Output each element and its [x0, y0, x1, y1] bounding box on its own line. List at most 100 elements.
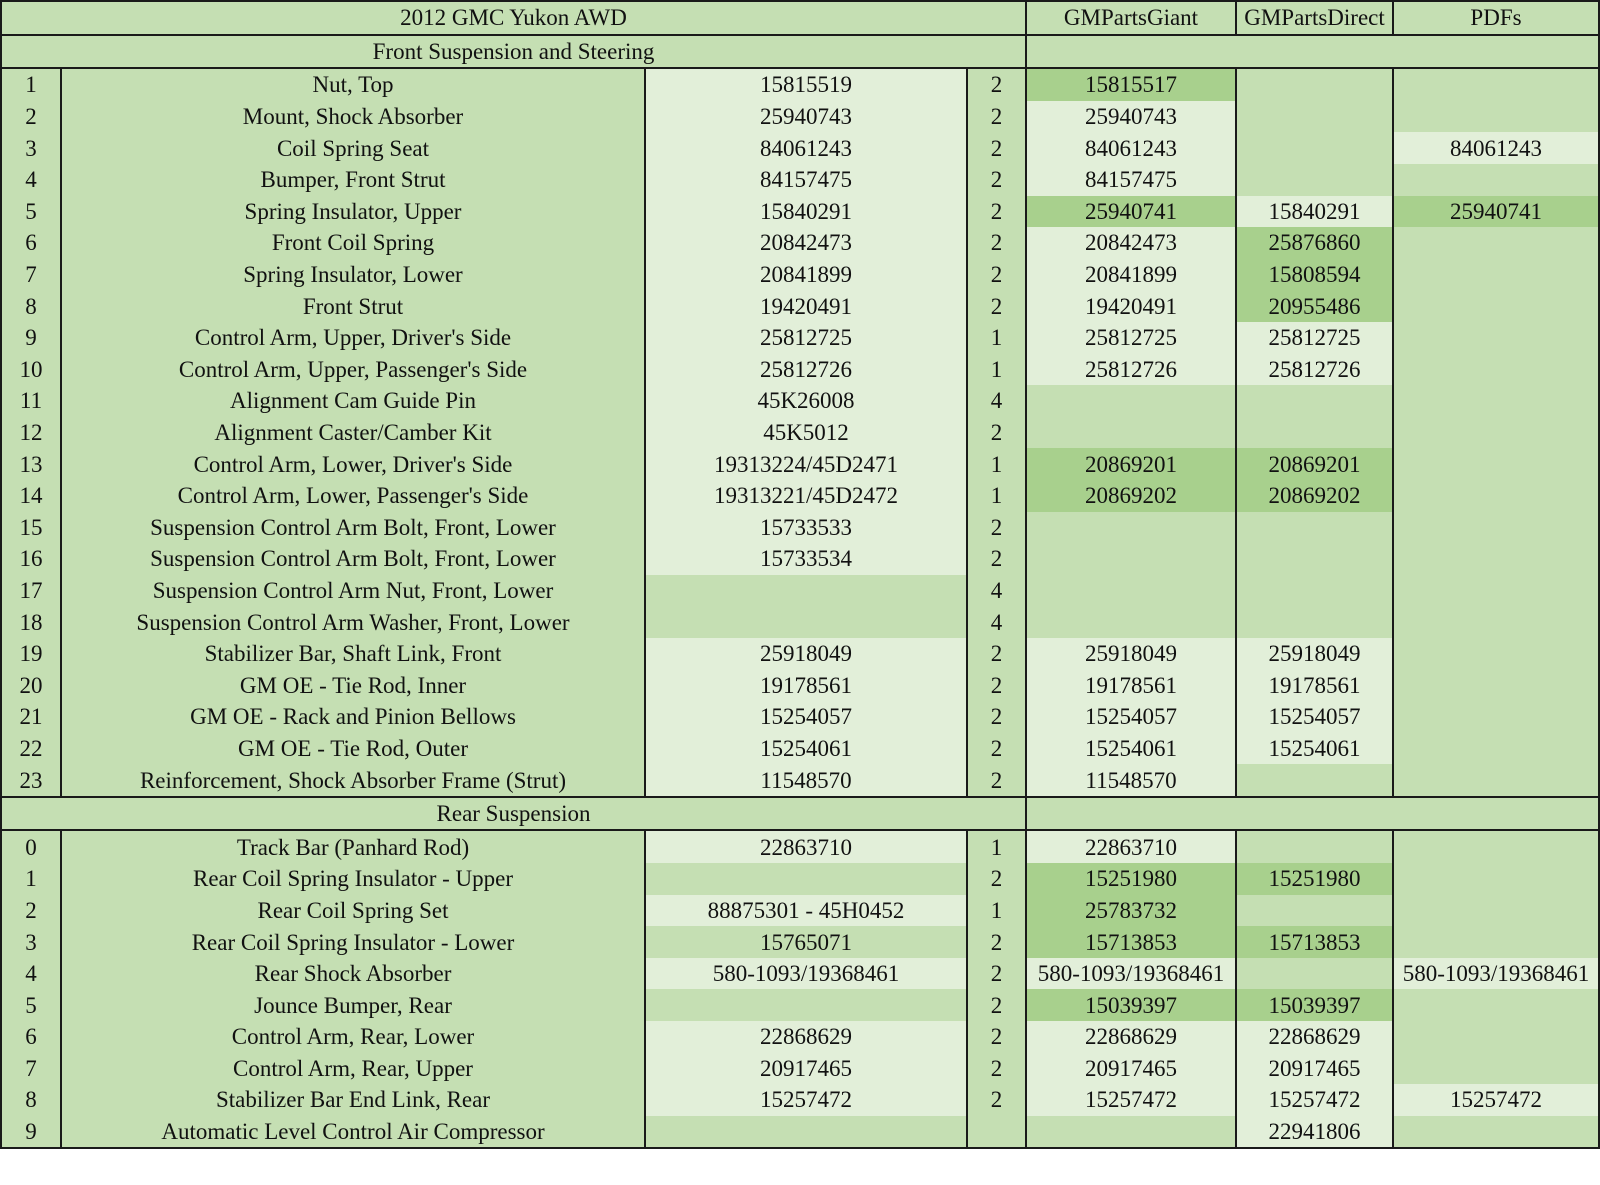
pdfs-cell[interactable]: [1393, 574, 1600, 607]
item-number-cell[interactable]: 2: [0, 100, 62, 133]
gmpartsgiant-cell[interactable]: 25812725: [1026, 321, 1236, 354]
gmpartsgiant-cell[interactable]: 25940741: [1026, 195, 1236, 228]
item-number-cell[interactable]: 7: [0, 1052, 62, 1085]
part-number-cell[interactable]: 45K26008: [645, 385, 968, 417]
part-name-cell[interactable]: Track Bar (Panhard Rod): [61, 830, 646, 864]
gmpartsdirect-cell[interactable]: 15251980: [1235, 863, 1394, 895]
item-number-cell[interactable]: 5: [0, 195, 62, 228]
part-name-cell[interactable]: Stabilizer Bar End Link, Rear: [61, 1084, 646, 1116]
item-number-cell[interactable]: 0: [0, 830, 62, 864]
gmpartsgiant-cell[interactable]: 19178561: [1026, 669, 1236, 702]
part-name-cell[interactable]: Control Arm, Upper, Passenger's Side: [61, 353, 646, 386]
pdfs-cell[interactable]: [1393, 543, 1600, 575]
gmpartsdirect-cell[interactable]: [1235, 894, 1394, 927]
pdfs-cell[interactable]: [1393, 1115, 1600, 1150]
gmpartsdirect-cell[interactable]: [1235, 574, 1394, 607]
gmpartsgiant-cell[interactable]: 15251980: [1026, 863, 1236, 895]
part-name-cell[interactable]: Front Coil Spring: [61, 227, 646, 259]
quantity-cell[interactable]: 1: [967, 479, 1027, 512]
item-number-cell[interactable]: 2: [0, 894, 62, 927]
item-number-cell[interactable]: 22: [0, 732, 62, 765]
pdfs-cell[interactable]: [1393, 1021, 1600, 1053]
gmpartsgiant-cell[interactable]: 25812726: [1026, 353, 1236, 386]
part-name-cell[interactable]: Suspension Control Arm Nut, Front, Lower: [61, 574, 646, 607]
gmpartsgiant-cell[interactable]: 20869202: [1026, 479, 1236, 512]
part-name-cell[interactable]: Alignment Cam Guide Pin: [61, 385, 646, 417]
part-number-cell[interactable]: 11548570: [645, 764, 968, 798]
gmpartsgiant-cell[interactable]: 15713853: [1026, 926, 1236, 958]
pdfs-cell[interactable]: [1393, 830, 1600, 864]
pdfs-cell[interactable]: [1393, 1052, 1600, 1085]
section-title-blank[interactable]: [1026, 796, 1600, 832]
part-number-cell[interactable]: [645, 1115, 968, 1150]
pdfs-cell[interactable]: 15257472: [1393, 1084, 1600, 1116]
pdfs-cell[interactable]: [1393, 416, 1600, 449]
gmpartsdirect-cell[interactable]: [1235, 163, 1394, 196]
gmpartsgiant-cell[interactable]: 25918049: [1026, 637, 1236, 670]
part-name-cell[interactable]: Suspension Control Arm Bolt, Front, Lowe…: [61, 543, 646, 575]
part-name-cell[interactable]: Control Arm, Rear, Lower: [61, 1021, 646, 1053]
quantity-cell[interactable]: 2: [967, 863, 1027, 895]
gmpartsgiant-cell[interactable]: [1026, 1115, 1236, 1150]
section-title[interactable]: Front Suspension and Steering: [0, 34, 1027, 70]
gmpartsgiant-cell[interactable]: 15039397: [1026, 989, 1236, 1021]
part-name-cell[interactable]: Rear Coil Spring Insulator - Upper: [61, 863, 646, 895]
part-name-cell[interactable]: Rear Coil Spring Insulator - Lower: [61, 926, 646, 958]
gmpartsgiant-cell[interactable]: 84157475: [1026, 163, 1236, 196]
col-header-gmpartsgiant[interactable]: GMPartsGiant: [1026, 0, 1237, 36]
part-name-cell[interactable]: Spring Insulator, Lower: [61, 258, 646, 291]
part-number-cell[interactable]: 20917465: [645, 1052, 968, 1085]
part-name-cell[interactable]: Nut, Top: [61, 68, 646, 101]
gmpartsgiant-cell[interactable]: 15254061: [1026, 732, 1236, 765]
gmpartsgiant-cell[interactable]: 15815517: [1026, 68, 1236, 101]
gmpartsdirect-cell[interactable]: [1235, 385, 1394, 417]
quantity-cell[interactable]: 2: [967, 290, 1027, 322]
part-name-cell[interactable]: Bumper, Front Strut: [61, 163, 646, 196]
pdfs-cell[interactable]: [1393, 989, 1600, 1021]
part-number-cell[interactable]: 15733533: [645, 511, 968, 544]
part-number-cell[interactable]: 580-1093/19368461: [645, 957, 968, 990]
pdfs-cell[interactable]: [1393, 863, 1600, 895]
quantity-cell[interactable]: 1: [967, 894, 1027, 927]
part-number-cell[interactable]: 25940743: [645, 100, 968, 133]
part-number-cell[interactable]: 84157475: [645, 163, 968, 196]
quantity-cell[interactable]: 1: [967, 321, 1027, 354]
quantity-cell[interactable]: 2: [967, 1052, 1027, 1085]
item-number-cell[interactable]: 15: [0, 511, 62, 544]
gmpartsdirect-cell[interactable]: 25812726: [1235, 353, 1394, 386]
gmpartsgiant-cell[interactable]: [1026, 543, 1236, 575]
col-header-pdfs[interactable]: PDFs: [1393, 0, 1600, 36]
gmpartsdirect-cell[interactable]: 20869202: [1235, 479, 1394, 512]
gmpartsdirect-cell[interactable]: 22941806: [1235, 1115, 1394, 1150]
quantity-cell[interactable]: 1: [967, 353, 1027, 386]
quantity-cell[interactable]: 4: [967, 574, 1027, 607]
item-number-cell[interactable]: 21: [0, 701, 62, 733]
item-number-cell[interactable]: 1: [0, 863, 62, 895]
pdfs-cell[interactable]: [1393, 353, 1600, 386]
gmpartsdirect-cell[interactable]: 19178561: [1235, 669, 1394, 702]
item-number-cell[interactable]: 11: [0, 385, 62, 417]
gmpartsdirect-cell[interactable]: [1235, 606, 1394, 638]
part-number-cell[interactable]: 84061243: [645, 132, 968, 164]
item-number-cell[interactable]: 20: [0, 669, 62, 702]
part-number-cell[interactable]: 22868629: [645, 1021, 968, 1053]
gmpartsdirect-cell[interactable]: 15808594: [1235, 258, 1394, 291]
gmpartsdirect-cell[interactable]: 20955486: [1235, 290, 1394, 322]
part-name-cell[interactable]: Automatic Level Control Air Compressor: [61, 1115, 646, 1150]
quantity-cell[interactable]: 2: [967, 989, 1027, 1021]
quantity-cell[interactable]: 2: [967, 68, 1027, 101]
pdfs-cell[interactable]: [1393, 448, 1600, 480]
part-number-cell[interactable]: 19313221/45D2472: [645, 479, 968, 512]
quantity-cell[interactable]: 4: [967, 385, 1027, 417]
pdfs-cell[interactable]: [1393, 321, 1600, 354]
gmpartsdirect-cell[interactable]: 25812725: [1235, 321, 1394, 354]
pdfs-cell[interactable]: [1393, 511, 1600, 544]
item-number-cell[interactable]: 10: [0, 353, 62, 386]
part-number-cell[interactable]: 15254061: [645, 732, 968, 765]
pdfs-cell[interactable]: [1393, 669, 1600, 702]
pdfs-cell[interactable]: [1393, 163, 1600, 196]
part-name-cell[interactable]: Stabilizer Bar, Shaft Link, Front: [61, 637, 646, 670]
quantity-cell[interactable]: 1: [967, 448, 1027, 480]
gmpartsdirect-cell[interactable]: 15254061: [1235, 732, 1394, 765]
item-number-cell[interactable]: 16: [0, 543, 62, 575]
